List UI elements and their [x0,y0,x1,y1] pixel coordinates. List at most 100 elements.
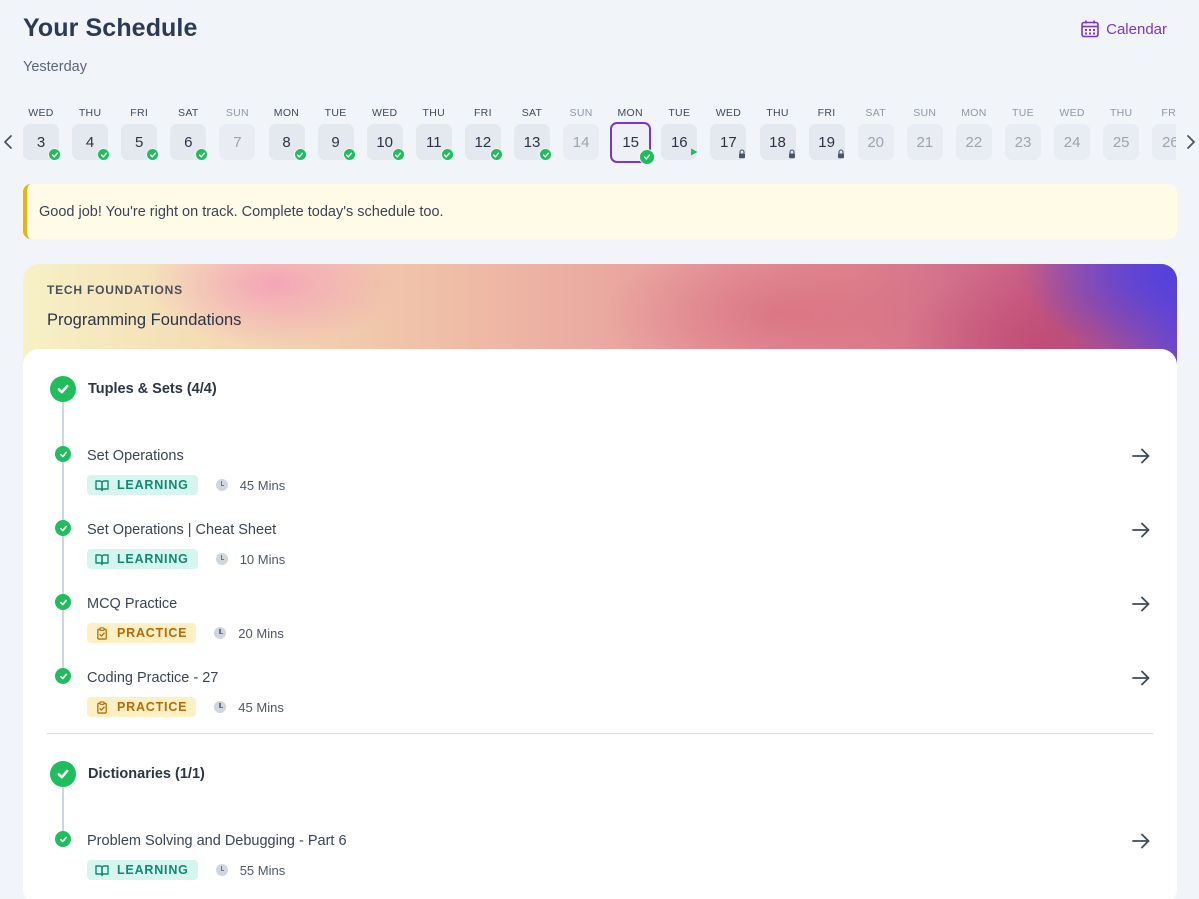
day-date: 22 [955,124,992,160]
day-19[interactable]: FRI 19 [808,100,846,170]
arrow-right-icon[interactable] [1131,520,1151,540]
day-date: 25 [1103,124,1140,160]
item-complete-icon [55,594,71,610]
day-24[interactable]: WED 24 [1053,100,1091,170]
topic-divider [47,733,1153,734]
course-body: Tuples & Sets (4/4) Set Operations LEARNIN… [23,349,1177,899]
completed-check-icon [440,148,454,161]
day-date: 21 [906,124,943,160]
learning-tag: LEARNING [87,860,198,880]
schedule-item[interactable]: Set Operations LEARNING 45 Mins [23,446,1177,516]
topic-complete-icon [50,761,76,787]
lock-icon [837,149,844,159]
schedule-item[interactable]: Coding Practice - 27 PRACTICE 45 Mins [23,668,1177,738]
tag-label: LEARNING [117,478,189,492]
check-mark-icon [59,451,67,457]
day-17[interactable]: WED 17 [709,100,747,170]
completed-check-icon [342,148,356,161]
clock-icon [215,479,228,491]
day-21[interactable]: SUN 21 [906,100,944,170]
day-16[interactable]: TUE 16 [660,100,698,170]
practice-tag: PRACTICE [87,623,197,643]
check-mark-icon [59,673,67,679]
clock-icon [215,864,228,876]
day-5[interactable]: FRI 5 [120,100,160,170]
day-9[interactable]: TUE 9 [317,100,356,170]
check-mark-icon [59,525,67,531]
day-12[interactable]: FRI 12 [464,100,503,170]
completed-check-icon [539,148,552,161]
clipboard-check-icon [97,700,107,714]
day-14[interactable]: SUN 14 [562,100,600,170]
check-mark-icon [345,152,353,158]
item-complete-icon [55,446,71,462]
calendar-button[interactable]: Calendar [1080,19,1167,39]
duration-label: 55 Mins [239,862,286,878]
check-mark-icon [59,836,67,842]
arrow-right-icon[interactable] [1131,668,1151,688]
course-title: Programming Foundations [47,311,242,329]
schedule-item[interactable]: Problem Solving and Debugging - Part 6 LE… [23,831,1177,899]
book-open-icon [95,553,109,565]
check-mark-icon [100,152,107,158]
day-4[interactable]: THU 4 [71,100,111,170]
tag-label: PRACTICE [117,700,188,714]
check-mark-icon [57,384,69,394]
check-mark-icon [444,152,451,158]
check-mark-icon [395,152,402,158]
day-20[interactable]: SAT 20 [857,100,895,170]
page-title: Your Schedule [23,14,198,42]
day-23[interactable]: TUE 23 [1004,100,1042,170]
alert-message: Good job! You're right on track. Complet… [39,203,444,220]
course-category: TECH FOUNDATIONS [47,283,183,297]
topic-header[interactable]: Dictionaries (1/1) [50,761,205,787]
day-3[interactable]: WED 3 [22,100,61,170]
day-strip: WED 3 THU 4 FRI 5 SAT 6 SUN 7 MON 8 TUE 9 WED 10 THU 11 FR… [0,100,1199,170]
check-mark-icon [493,152,500,158]
day-15[interactable]: MON 15 [610,100,656,170]
check-mark-icon [542,152,549,158]
day-10[interactable]: WED 10 [366,100,405,170]
arrow-right-icon[interactable] [1131,594,1151,614]
day-26[interactable]: FRI 26 [1151,100,1176,170]
item-complete-icon [55,831,71,847]
clock-icon [214,701,227,713]
day-date: 7 [219,124,256,160]
completed-check-icon [97,148,111,161]
day-11[interactable]: THU 11 [415,100,454,170]
schedule-item[interactable]: MCQ Practice PRACTICE 20 Mins [23,594,1177,664]
check-mark-icon [57,769,69,779]
item-title: Problem Solving and Debugging - Part 6 [87,833,347,849]
next-days-button[interactable] [1184,132,1198,152]
chevron-left-icon [4,135,12,149]
day-name: FRI [1161,107,1176,119]
progress-alert: Good job! You're right on track. Complet… [23,184,1177,239]
day-13[interactable]: SAT 13 [513,100,552,170]
calendar-icon [1081,20,1099,38]
completed-check-icon [146,148,160,161]
day-6[interactable]: SAT 6 [169,100,209,170]
learning-tag: LEARNING [87,475,198,495]
lock-icon [788,149,795,159]
item-meta: LEARNING 45 Mins [87,475,285,495]
completed-check-icon [639,149,656,165]
duration: 45 Mins [215,478,285,493]
item-title: Set Operations [87,448,184,464]
schedule-item[interactable]: Set Operations | Cheat Sheet LEARNING 10 M… [23,520,1177,590]
topic-header[interactable]: Tuples & Sets (4/4) [50,376,217,402]
day-25[interactable]: THU 25 [1102,100,1140,170]
arrow-right-icon[interactable] [1131,446,1151,466]
topic-title: Tuples & Sets (4/4) [88,381,217,397]
day-date: 20 [857,124,894,160]
day-8[interactable]: MON 8 [268,100,307,170]
check-mark-icon [296,152,304,158]
duration: 55 Mins [215,862,286,878]
arrow-right-icon[interactable] [1131,831,1151,851]
check-mark-icon [59,599,67,605]
prev-days-button[interactable] [1,132,15,152]
day-18[interactable]: THU 18 [759,100,797,170]
tag-label: PRACTICE [117,626,188,640]
day-7[interactable]: SUN 7 [218,100,256,170]
item-complete-icon [55,668,71,684]
day-22[interactable]: MON 22 [955,100,993,170]
